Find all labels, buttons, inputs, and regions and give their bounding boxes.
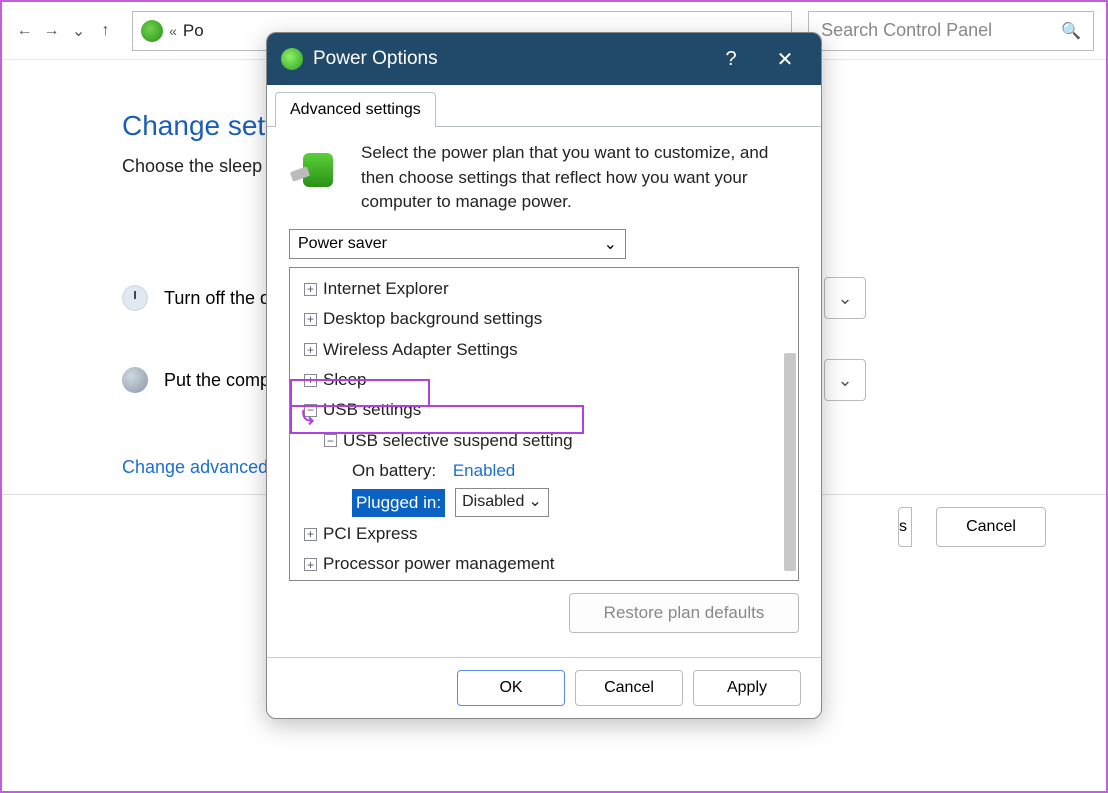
intro-text: Select the power plan that you want to c… [361,141,799,215]
power-plan-value: Power saver [298,235,387,253]
search-input[interactable] [821,20,1053,41]
expand-icon[interactable]: + [304,313,317,326]
chevron-down-icon: ⌄ [528,490,541,515]
dialog-body: Select the power plan that you want to c… [267,127,821,657]
close-button[interactable]: ✕ [763,37,807,81]
cancel-button[interactable]: Cancel [936,507,1046,547]
tab-advanced-settings[interactable]: Advanced settings [275,92,436,127]
intro-row: Select the power plan that you want to c… [289,141,799,215]
highlight-usb-selective [290,405,584,434]
breadcrumb-prefix: « [169,23,177,39]
ok-button[interactable]: OK [457,670,565,706]
dialog-footer: OK Cancel Apply [267,657,821,718]
expand-icon[interactable]: + [304,343,317,356]
settings-tree[interactable]: +Internet Explorer +Desktop background s… [289,267,799,581]
help-button[interactable]: ? [709,37,753,81]
display-timer-icon [122,285,148,311]
power-plan-icon [289,141,345,197]
save-button-fragment: s [898,507,912,547]
collapse-icon[interactable]: − [324,434,337,447]
tree-item-processor[interactable]: +Processor power management [294,549,794,579]
power-plan-select[interactable]: Power saver ⌄ [289,229,626,259]
dialog-tabs: Advanced settings [267,85,821,127]
expand-icon[interactable]: + [304,558,317,571]
arrow-annotation [298,408,320,430]
plugged-in-label: Plugged in: [352,489,445,517]
highlight-usb [290,379,430,407]
forward-button[interactable]: → [41,17,62,45]
power-options-dialog: Power Options ? ✕ Advanced settings Sele… [266,32,822,719]
dialog-title: Power Options [313,48,699,70]
apply-button[interactable]: Apply [693,670,801,706]
restore-defaults-button[interactable]: Restore plan defaults [569,593,799,633]
up-button[interactable]: ↑ [95,17,116,45]
back-button[interactable]: ← [14,17,35,45]
expand-icon[interactable]: + [304,528,317,541]
tree-item-ie[interactable]: +Internet Explorer [294,274,794,304]
tree-item-desktop[interactable]: +Desktop background settings [294,304,794,334]
on-battery-value[interactable]: Enabled [453,458,515,484]
breadcrumb-label: Po [183,21,204,41]
recent-menu[interactable]: ⌄ [68,17,89,45]
advanced-link[interactable]: Change advanced [122,457,268,478]
sleep-icon [122,367,148,393]
row-label: Put the comp [164,370,270,391]
dropdown-chevron[interactable]: ⌄ [824,277,866,319]
expand-icon[interactable]: + [304,283,317,296]
dropdown-chevron[interactable]: ⌄ [824,359,866,401]
tree-item-wireless[interactable]: +Wireless Adapter Settings [294,335,794,365]
tree-item-plugged-in[interactable]: Plugged in: Disabled⌄ [294,486,794,519]
search-field[interactable]: 🔍 [808,11,1094,51]
battery-icon [281,48,303,70]
cancel-button[interactable]: Cancel [575,670,683,706]
power-icon [141,20,163,42]
vertical-scrollbar[interactable] [784,353,796,571]
tree-item-pci[interactable]: +PCI Express [294,519,794,549]
chevron-down-icon: ⌄ [604,234,617,254]
tree-item-display[interactable]: +Display [294,580,794,581]
row-label: Turn off the d [164,288,270,309]
tree-item-on-battery[interactable]: On battery: Enabled [294,456,794,486]
plugged-in-select[interactable]: Disabled⌄ [455,488,549,517]
dialog-titlebar: Power Options ? ✕ [267,33,821,85]
search-icon: 🔍 [1061,21,1081,41]
